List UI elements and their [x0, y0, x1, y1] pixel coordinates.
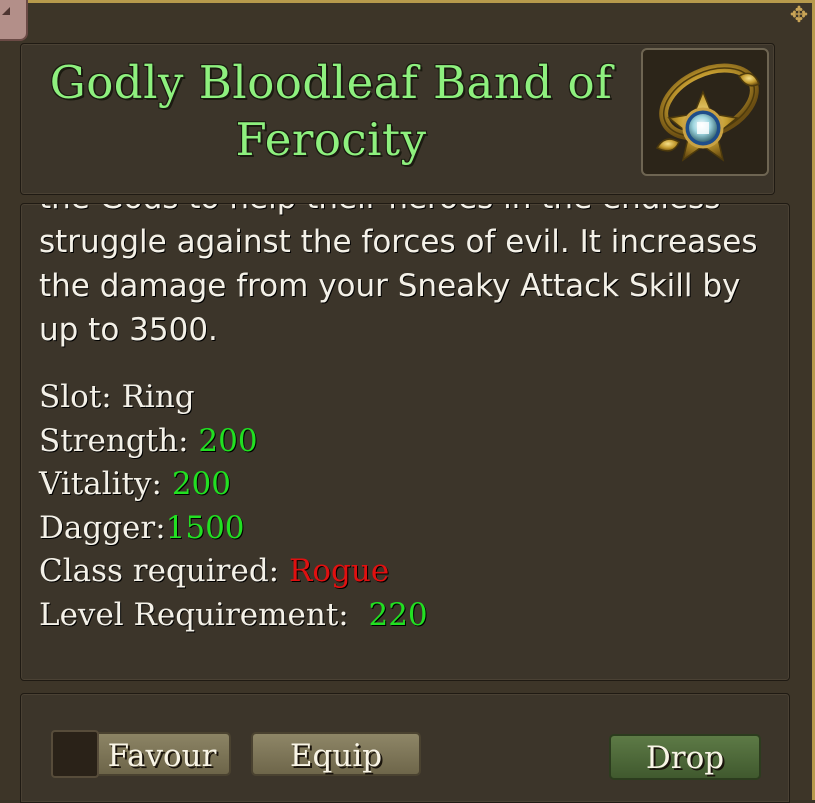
- item-description-panel: the Gods to help their heroes in the end…: [20, 203, 790, 681]
- stat-dagger-label: Dagger:: [39, 509, 166, 546]
- stat-level-label: Level Requirement:: [39, 596, 349, 633]
- item-name: Godly Bloodleaf Band of Ferocity: [49, 56, 613, 166]
- item-icon-slot: [641, 48, 769, 176]
- stat-class-required: Class required: Rogue: [39, 550, 779, 594]
- favour-button-label: Favour: [107, 738, 217, 774]
- stat-slot-label: Slot:: [39, 379, 112, 415]
- item-header-panel: Godly Bloodleaf Band of Ferocity: [20, 43, 775, 195]
- stat-slot: Slot: Ring: [39, 376, 779, 420]
- stat-strength-label: Strength:: [39, 422, 189, 459]
- ornament-corner-icon: ✥: [789, 3, 809, 28]
- favour-checkbox[interactable]: [51, 730, 99, 778]
- item-description: the Gods to help their heroes in the end…: [39, 204, 758, 348]
- stat-strength-value: 200: [198, 422, 258, 459]
- stat-dagger-value: 1500: [165, 509, 245, 546]
- item-tooltip-window: ✥ Godly Bloodleaf Band of Ferocity strug…: [0, 0, 815, 803]
- stat-level-value: 220: [368, 596, 428, 633]
- equip-button-label: Equip: [289, 738, 383, 774]
- equip-button[interactable]: Equip: [251, 732, 421, 776]
- golden-ring-icon: [655, 63, 760, 162]
- stat-dagger: Dagger:1500: [39, 507, 779, 551]
- close-corner-button[interactable]: [0, 0, 28, 41]
- stat-vitality: Vitality: 200: [39, 463, 779, 507]
- stat-vitality-value: 200: [171, 466, 231, 502]
- stat-level-requirement: Level Requirement: 220: [39, 594, 779, 638]
- drop-button-label: Drop: [645, 740, 725, 776]
- stat-class-value: Rogue: [289, 553, 390, 589]
- action-button-bar: Favour Equip Drop: [20, 693, 790, 803]
- stat-strength: Strength: 200: [39, 420, 779, 464]
- stat-class-label: Class required:: [39, 553, 280, 589]
- drop-button[interactable]: Drop: [609, 734, 761, 780]
- stat-vitality-label: Vitality:: [39, 466, 162, 502]
- stat-slot-value: Ring: [121, 379, 195, 415]
- item-stats: Slot: Ring Strength: 200 Vitality: 200 D…: [39, 376, 779, 637]
